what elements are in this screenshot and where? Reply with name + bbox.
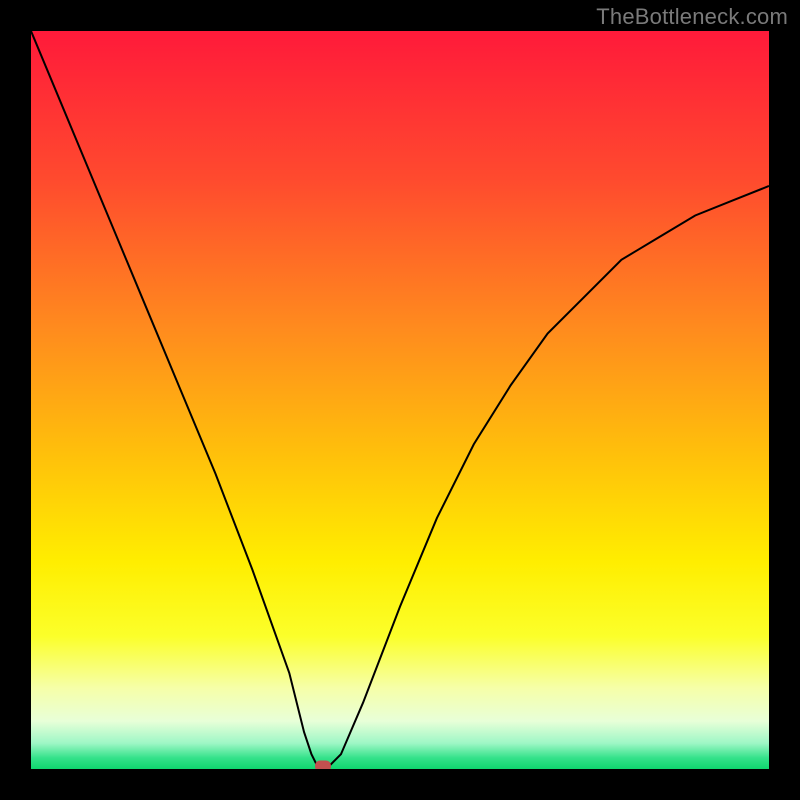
chart-frame: TheBottleneck.com bbox=[0, 0, 800, 800]
watermark-text: TheBottleneck.com bbox=[596, 4, 788, 30]
optimal-point-marker bbox=[315, 761, 331, 769]
plot-area bbox=[31, 31, 769, 769]
bottleneck-curve bbox=[31, 31, 769, 769]
